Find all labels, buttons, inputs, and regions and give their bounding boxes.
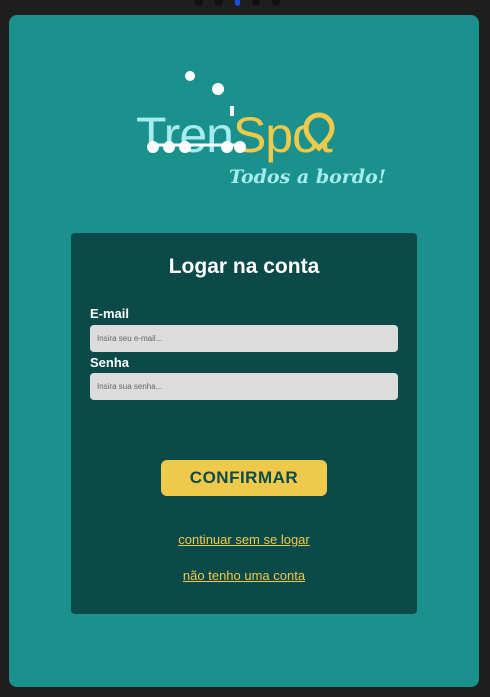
control-dot (215, 0, 223, 6)
location-pin-icon (303, 112, 335, 152)
window-controls (195, 0, 280, 8)
control-dot (272, 0, 280, 6)
email-input[interactable] (90, 325, 398, 352)
login-title: Logar na conta (168, 255, 320, 278)
password-label: Senha (90, 355, 130, 370)
login-card: Logar na conta E-mail Senha CONFIRMAR co… (71, 233, 417, 614)
email-label: E-mail (90, 306, 130, 321)
confirm-button[interactable]: CONFIRMAR (161, 460, 327, 496)
password-input[interactable] (90, 373, 398, 400)
control-dot (195, 0, 203, 6)
control-dot (252, 0, 260, 6)
brand-logo: TrenSpot Todos a bordo! (9, 70, 479, 210)
app-screen: TrenSpot Todos a bordo! Logar na conta E… (9, 15, 479, 687)
brand-slogan: Todos a bordo! (229, 166, 387, 188)
guest-link[interactable]: continuar sem se logar (71, 532, 417, 547)
control-dot (235, 0, 240, 6)
signup-link[interactable]: não tenho uma conta (71, 568, 417, 583)
